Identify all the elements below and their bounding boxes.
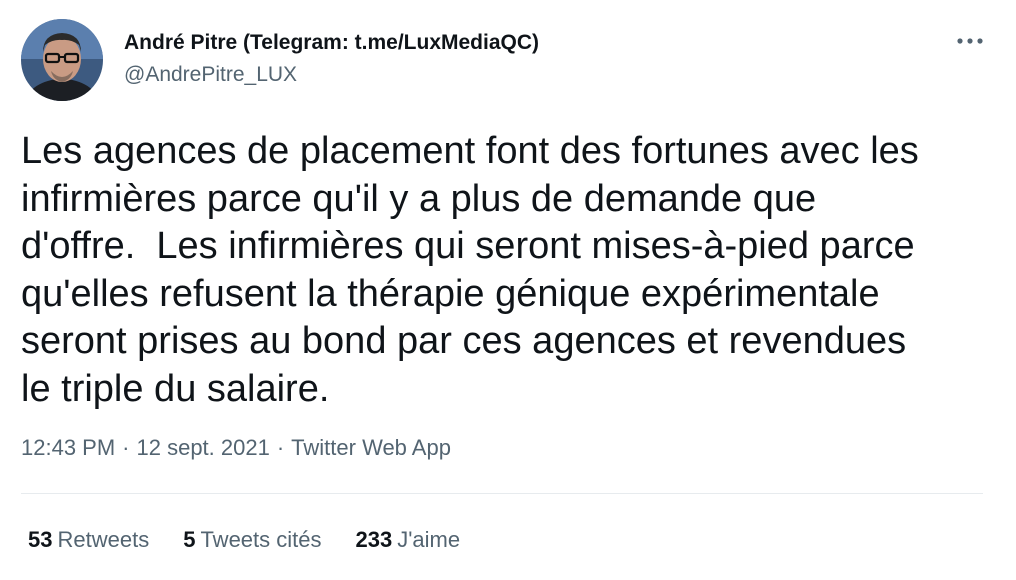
likes-stat[interactable]: 233 J'aime	[356, 527, 461, 553]
tweet-source[interactable]: Twitter Web App	[291, 435, 451, 460]
quote-tweets-stat[interactable]: 5 Tweets cités	[183, 527, 321, 553]
author-avatar[interactable]	[21, 19, 103, 101]
retweets-count: 53	[28, 527, 53, 552]
meta-separator: ·	[122, 435, 130, 460]
tweet-card: André Pitre (Telegram: t.me/LuxMediaQC) …	[0, 0, 1016, 580]
likes-label: J'aime	[397, 527, 461, 552]
tweet-stats: 53 Retweets 5 Tweets cités 233 J'aime	[28, 527, 494, 553]
quote-tweets-label: Tweets cités	[200, 527, 322, 552]
tweet-date[interactable]: 12 sept. 2021	[137, 435, 270, 460]
retweets-stat[interactable]: 53 Retweets	[28, 527, 149, 553]
tweet-meta: 12:43 PM · 12 sept. 2021 · Twitter Web App	[21, 435, 451, 461]
profile-photo-icon	[21, 19, 103, 101]
tweet-time[interactable]: 12:43 PM	[21, 435, 115, 460]
likes-count: 233	[355, 527, 393, 552]
tweet-text: Les agences de placement font des fortun…	[21, 130, 919, 410]
more-options-icon	[957, 38, 983, 44]
author-display-name[interactable]: André Pitre (Telegram: t.me/LuxMediaQC)	[124, 31, 539, 55]
retweets-label: Retweets	[57, 527, 150, 552]
more-options-button[interactable]	[950, 26, 990, 56]
divider	[21, 493, 983, 494]
author-handle[interactable]: @AndrePitre_LUX	[124, 63, 297, 87]
quote-tweets-count: 5	[183, 527, 196, 552]
meta-separator: ·	[276, 435, 285, 460]
